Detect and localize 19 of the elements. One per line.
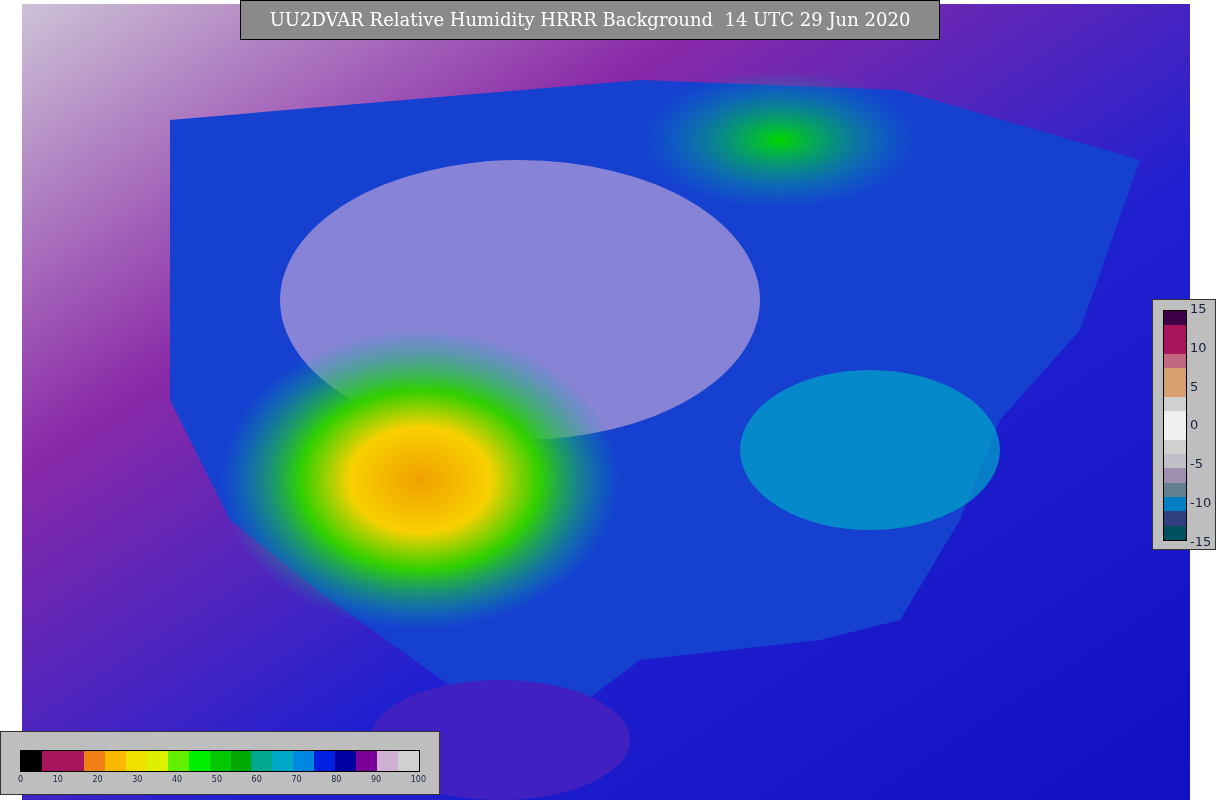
tick-label: 60	[251, 775, 262, 784]
tick-label: 20	[92, 775, 103, 784]
tick-label: 70	[291, 775, 302, 784]
tick-label: 50	[211, 775, 222, 784]
tick-label: 30	[132, 775, 143, 784]
tick-label: 100	[410, 775, 426, 784]
tick-label: 40	[172, 775, 183, 784]
tick-label: 15	[1190, 301, 1208, 317]
map-title: UU2DVAR Relative Humidity HRRR Background 14 UTC 29 Jun 2020	[240, 0, 940, 40]
tick-label: 90	[370, 775, 382, 784]
tick-label: 0	[18, 775, 24, 784]
tick-label: 0	[1190, 417, 1200, 434]
tick-label: 10	[1190, 339, 1208, 356]
tick-label: -10	[1190, 495, 1212, 512]
tick-label: 5	[1190, 378, 1200, 395]
tick-label: -5	[1190, 456, 1204, 473]
tick-label: 10	[52, 775, 63, 784]
tick-label: 80	[331, 775, 342, 784]
tick-label: -15	[1190, 533, 1212, 550]
